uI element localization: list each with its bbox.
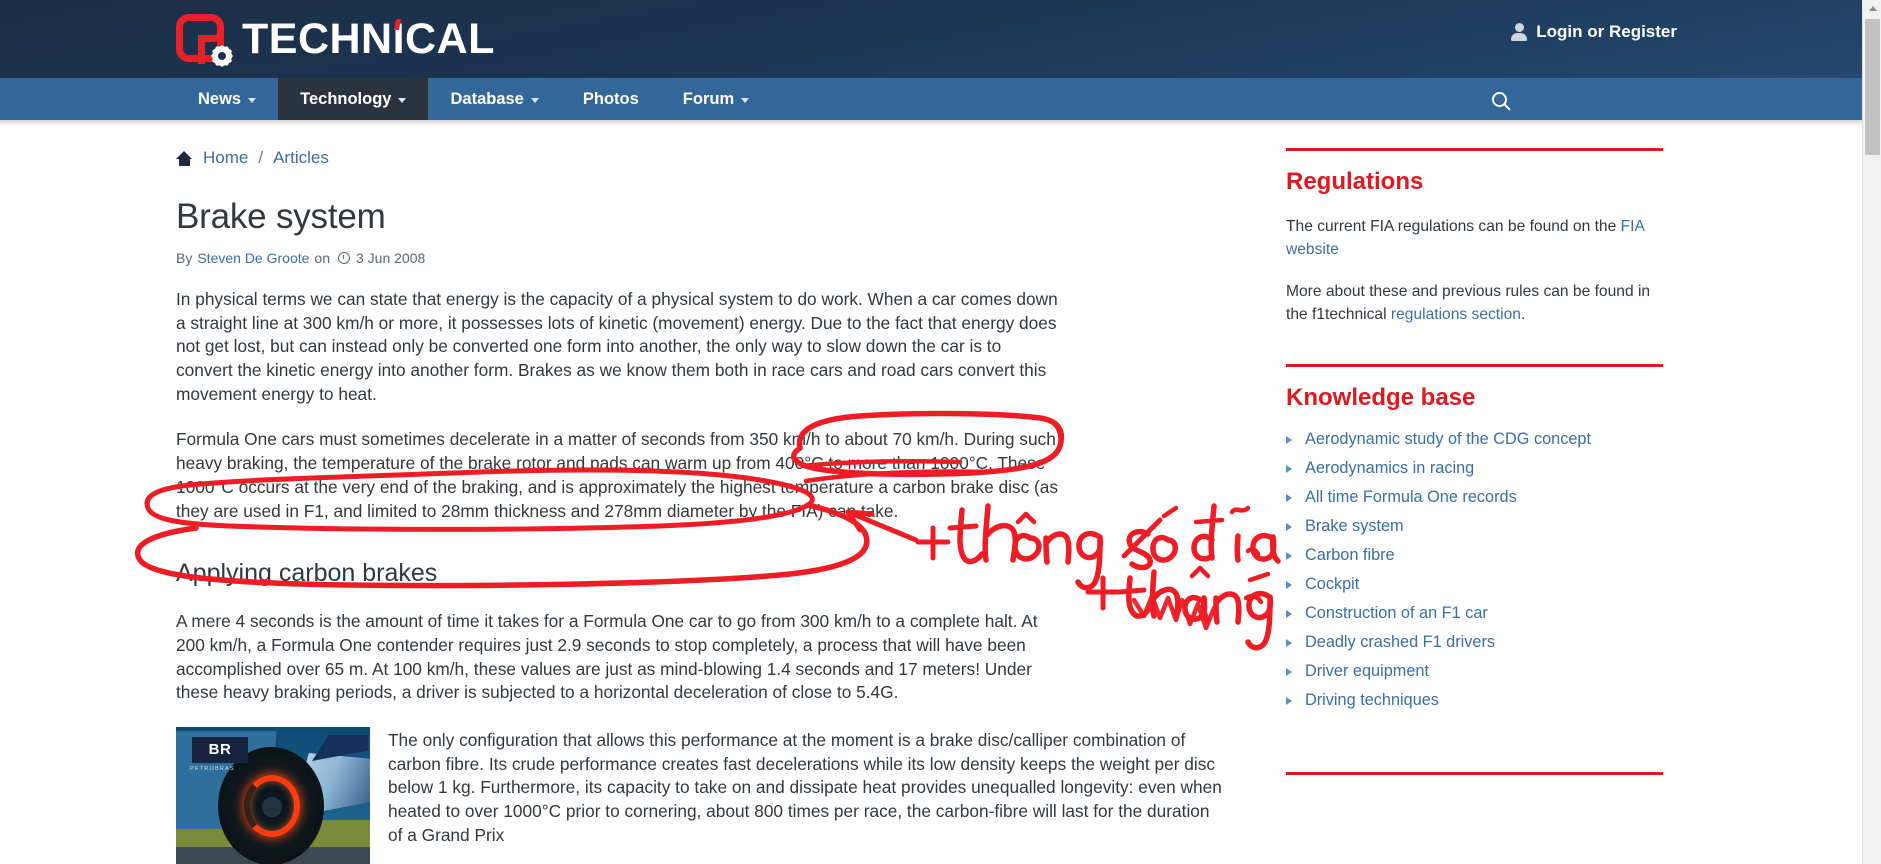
nav-item-news[interactable]: News [176, 78, 278, 120]
chevron-down-icon [741, 97, 750, 103]
page-title: Brake system [176, 197, 386, 236]
regulations-p2-period: . [1520, 305, 1526, 323]
search-icon [1491, 91, 1507, 107]
regulations-p1-text: The current FIA regulations can be found… [1286, 218, 1621, 235]
chevron-right-icon [1286, 493, 1292, 502]
chevron-right-icon [1286, 609, 1292, 618]
regulations-paragraph-2: More about these and previous rules can … [1286, 281, 1663, 326]
login-or-register-button[interactable]: Login or Register [1511, 22, 1677, 42]
chevron-down-icon [248, 97, 257, 103]
chevron-down-icon [398, 97, 407, 103]
nav-item-technology-label: Technology [300, 89, 392, 108]
divider [1286, 772, 1663, 776]
breadcrumb-home[interactable]: Home [203, 148, 248, 168]
list-item[interactable]: Aerodynamics in racing [1286, 459, 1663, 478]
list-item[interactable]: All time Formula One records [1286, 488, 1663, 507]
chevron-right-icon [1286, 464, 1292, 473]
nav-item-database[interactable]: Database [428, 78, 560, 120]
regulations-block: Regulations The current FIA regulations … [1286, 148, 1663, 326]
regulations-section-link[interactable]: regulations section [1391, 306, 1521, 323]
person-icon [1511, 23, 1528, 41]
knowledge-base-block: Knowledge base Aerodynamic study of the … [1286, 364, 1663, 776]
nav-item-photos[interactable]: Photos [561, 78, 661, 120]
regulations-title: Regulations [1286, 168, 1424, 195]
site-masthead: TECHNICAL Login or Register [0, 0, 1862, 78]
clock-icon [337, 252, 350, 264]
scroll-up-button[interactable] [1863, 0, 1881, 17]
f1-car-glowing-brake-disc-photo: BR PETROBRAS [176, 726, 370, 864]
kb-item-label: Carbon fibre [1305, 546, 1395, 565]
kb-item-label: Cockpit [1305, 575, 1360, 594]
kb-item-label: Brake system [1305, 517, 1404, 536]
kb-item-label: Driver equipment [1305, 662, 1429, 681]
breadcrumb: Home / Articles [176, 148, 1228, 168]
section-heading-applying-carbon-brakes: Applying carbon brakes [176, 559, 438, 588]
kb-item-label: Aerodynamic study of the CDG concept [1305, 430, 1591, 449]
right-sidebar: Regulations The current FIA regulations … [1286, 126, 1663, 776]
vertical-scrollbar[interactable] [1862, 0, 1881, 864]
chevron-right-icon [1286, 667, 1292, 676]
f1technical-logo-icon [176, 12, 233, 67]
nav-item-forum[interactable]: Forum [661, 78, 771, 120]
byline-prefix: By [176, 250, 193, 266]
logo-wordmark: TECHNICAL [242, 14, 495, 63]
chevron-right-icon [1286, 435, 1292, 444]
list-item[interactable]: Driver equipment [1286, 662, 1663, 681]
chevron-right-icon [1286, 551, 1292, 560]
nav-item-news-label: News [198, 89, 242, 108]
site-logo[interactable]: TECHNICAL [176, 8, 495, 70]
sponsor-logo-text: BR [192, 736, 248, 763]
regulations-paragraph-1: The current FIA regulations can be found… [1286, 216, 1663, 261]
article-byline: By Steven De Groote on 3 Jun 2008 [176, 250, 1228, 266]
browser-viewport: TECHNICAL Login or Register News Technol… [0, 0, 1862, 864]
article-column: Home / Articles Brake system By Steven D… [176, 126, 1228, 864]
nav-item-photos-label: Photos [582, 89, 639, 108]
list-item[interactable]: Carbon fibre [1286, 546, 1663, 565]
knowledge-base-title: Knowledge base [1286, 384, 1476, 412]
list-item[interactable]: Construction of an F1 car [1286, 604, 1663, 623]
kb-item-label: Aerodynamics in racing [1305, 459, 1475, 478]
kb-item-label: Construction of an F1 car [1305, 604, 1488, 623]
article-paragraph-1: In physical terms we can state that ener… [176, 289, 1058, 404]
main-navigation: News Technology Database Photos Forum [0, 78, 1862, 120]
divider [1286, 364, 1663, 368]
nav-item-forum-label: Forum [682, 89, 735, 108]
divider [1286, 148, 1663, 151]
article-paragraph-4: The only configuration that allows this … [388, 729, 1222, 845]
login-or-register-label: Login or Register [1536, 22, 1677, 41]
search-button[interactable] [1476, 78, 1522, 120]
list-item[interactable]: Brake system [1286, 517, 1663, 536]
list-item[interactable]: Driving techniques [1286, 691, 1663, 710]
figure-with-text: BR PETROBRAS The only configuration that… [176, 726, 1228, 864]
scrollbar-thumb[interactable] [1865, 19, 1880, 155]
knowledge-base-list: Aerodynamic study of the CDG concept Aer… [1286, 430, 1663, 710]
kb-item-label: Deadly crashed F1 drivers [1305, 633, 1496, 652]
nav-item-database-label: Database [450, 89, 524, 108]
chevron-right-icon [1286, 522, 1292, 531]
article-paragraph-2: Formula One cars must sometimes decelera… [176, 429, 1059, 521]
chevron-right-icon [1286, 696, 1292, 705]
article-paragraph-3: A mere 4 seconds is the amount of time i… [176, 611, 1038, 703]
list-item[interactable]: Aerodynamic study of the CDG concept [1286, 430, 1663, 449]
home-icon [176, 150, 193, 166]
chevron-right-icon [1286, 638, 1292, 647]
page-content: Home / Articles Brake system By Steven D… [0, 126, 1862, 864]
chevron-down-icon [530, 97, 539, 103]
chevron-right-icon [1286, 580, 1292, 589]
author-link[interactable]: Steven De Groote [197, 250, 309, 266]
nav-item-technology[interactable]: Technology [278, 78, 429, 120]
sponsor-sub-text: PETROBRAS [190, 765, 235, 772]
breadcrumb-separator: / [258, 148, 264, 167]
list-item[interactable]: Cockpit [1286, 575, 1663, 594]
article-date: 3 Jun 2008 [355, 250, 426, 266]
page-root: TECHNICAL Login or Register News Technol… [0, 0, 1881, 864]
kb-item-label: Driving techniques [1305, 691, 1439, 710]
byline-on: on [314, 250, 330, 266]
kb-item-label: All time Formula One records [1305, 488, 1517, 507]
breadcrumb-articles[interactable]: Articles [273, 148, 329, 168]
list-item[interactable]: Deadly crashed F1 drivers [1286, 633, 1663, 652]
